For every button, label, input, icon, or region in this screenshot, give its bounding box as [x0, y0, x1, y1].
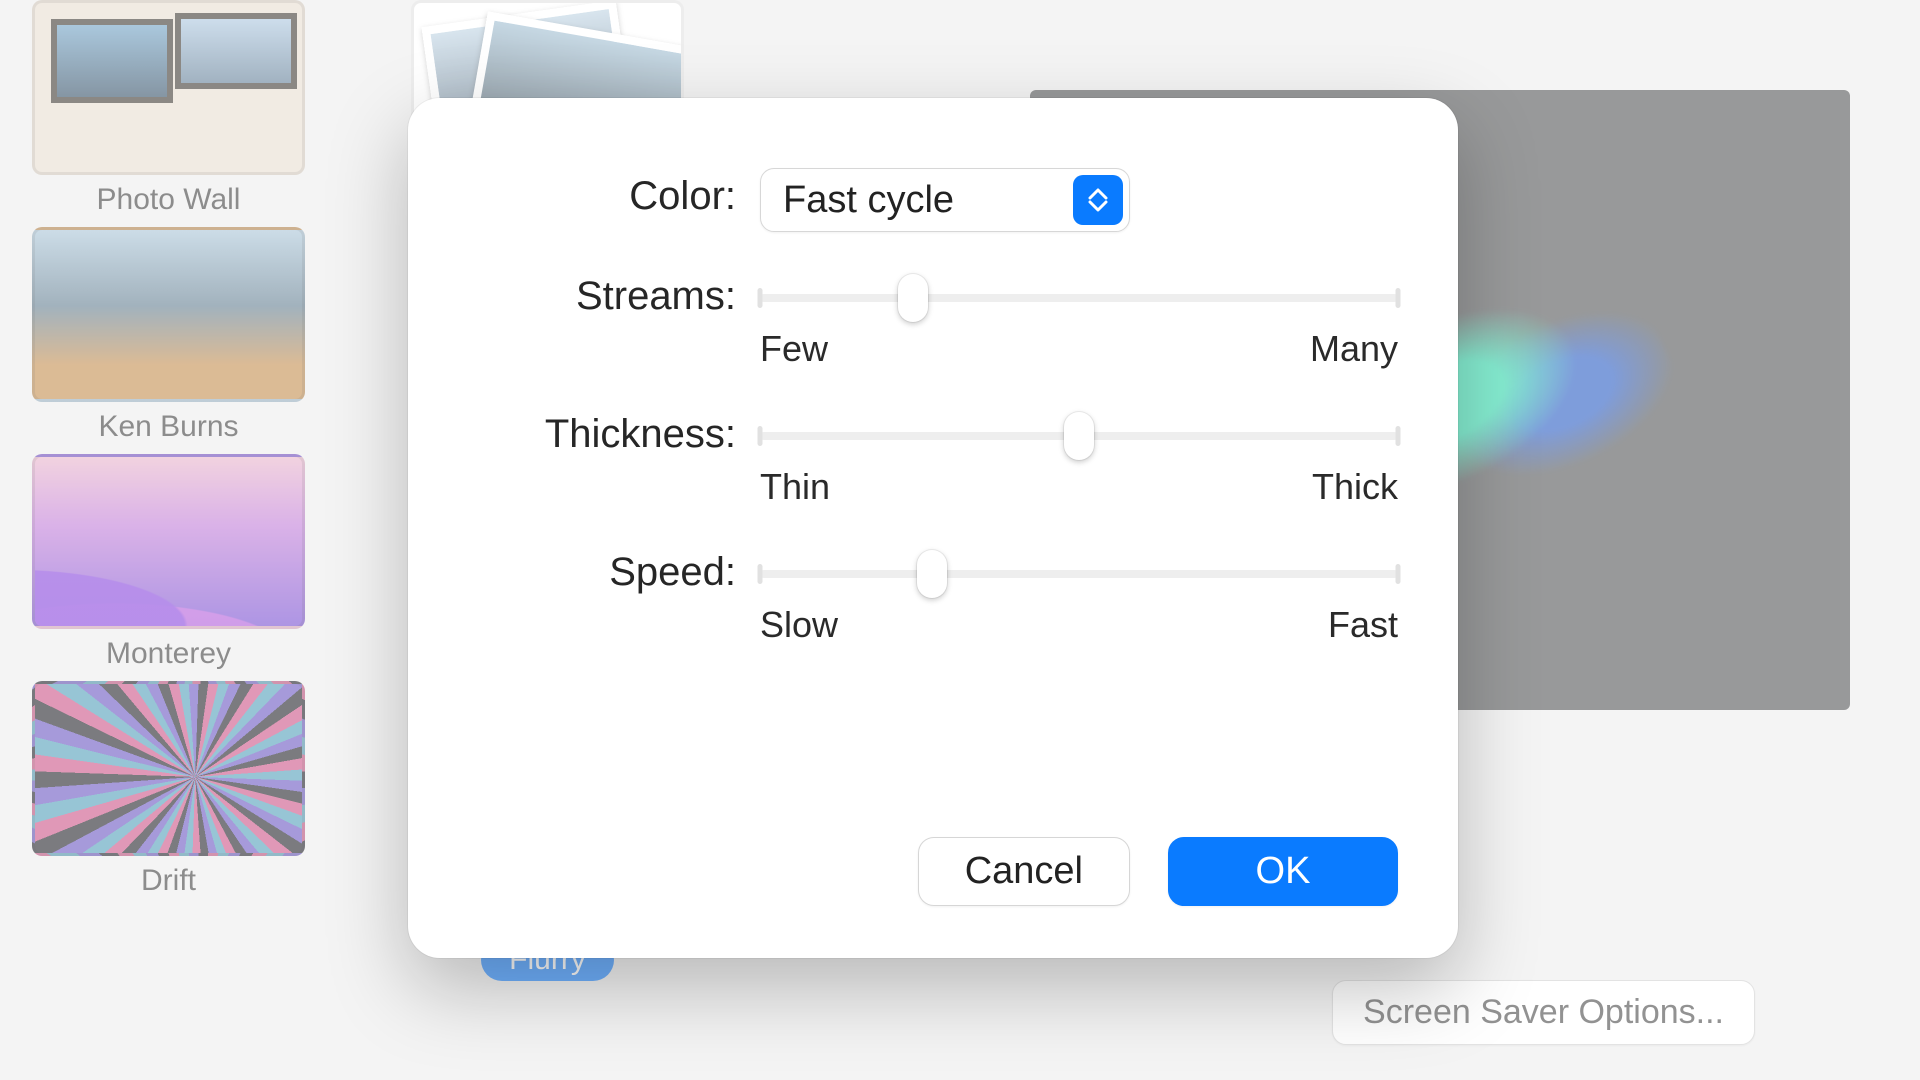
row-speed: Speed: Slow Fast [456, 544, 1398, 646]
ok-button[interactable]: OK [1168, 837, 1398, 906]
streams-legend: Few Many [760, 328, 1398, 370]
screensaver-prefs-window: Photo Wall Ken Burns Monterey Drift Flur… [0, 0, 1920, 1080]
slider-thumb[interactable] [917, 550, 947, 598]
speed-legend: Slow Fast [760, 604, 1398, 646]
label-thickness: Thickness: [456, 406, 736, 457]
streams-min-label: Few [760, 328, 828, 370]
speed-max-label: Fast [1328, 604, 1398, 646]
slider-tick-start [758, 564, 763, 584]
speed-min-label: Slow [760, 604, 838, 646]
row-color: Color: Fast cycle [456, 168, 1398, 232]
label-speed: Speed: [456, 544, 736, 595]
slider-thumb[interactable] [1064, 412, 1094, 460]
popup-stepper-icon [1073, 175, 1123, 225]
row-streams: Streams: Few Many [456, 268, 1398, 370]
thickness-min-label: Thin [760, 466, 830, 508]
slider-tick-start [758, 426, 763, 446]
thickness-max-label: Thick [1312, 466, 1398, 508]
slider-tick-end [1396, 288, 1401, 308]
streams-max-label: Many [1310, 328, 1398, 370]
slider-track [760, 294, 1398, 302]
slider-track [760, 570, 1398, 578]
thickness-slider[interactable] [760, 420, 1398, 452]
slider-tick-start [758, 288, 763, 308]
thickness-legend: Thin Thick [760, 466, 1398, 508]
color-popup-value: Fast cycle [783, 179, 954, 222]
slider-tick-end [1396, 426, 1401, 446]
slider-tick-end [1396, 564, 1401, 584]
speed-slider[interactable] [760, 558, 1398, 590]
flurry-options-dialog: Color: Fast cycle Streams: [408, 98, 1458, 958]
label-streams: Streams: [456, 268, 736, 319]
label-color: Color: [456, 168, 736, 219]
color-popup[interactable]: Fast cycle [760, 168, 1130, 232]
dialog-button-bar: Cancel OK [456, 837, 1398, 906]
cancel-button[interactable]: Cancel [918, 837, 1130, 906]
slider-thumb[interactable] [898, 274, 928, 322]
row-thickness: Thickness: Thin Thick [456, 406, 1398, 508]
streams-slider[interactable] [760, 282, 1398, 314]
